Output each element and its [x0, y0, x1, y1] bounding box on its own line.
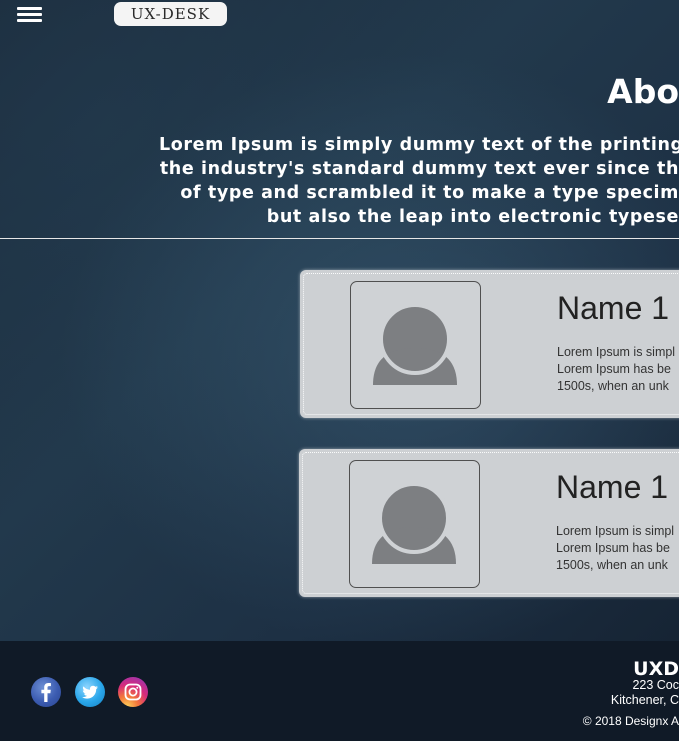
team-member-name: Name 1 — [557, 290, 670, 326]
about-line: but also the leap into electronic typese — [266, 207, 679, 227]
team-member-bio: Lorem Ipsum is simpl Lorem Ipsum has be … — [556, 523, 679, 574]
team-member-name: Name 1 — [556, 469, 669, 505]
hamburger-menu-icon[interactable] — [17, 7, 42, 23]
twitter-icon[interactable] — [75, 677, 105, 707]
facebook-icon[interactable] — [31, 677, 61, 707]
bio-line: 1500s, when an unk — [557, 379, 669, 393]
bio-line: 1500s, when an unk — [556, 558, 668, 572]
about-line: the industry's standard dummy text ever … — [159, 159, 679, 179]
bio-line: Lorem Ipsum has be — [556, 541, 670, 555]
section-divider — [0, 238, 679, 239]
about-line: Lorem Ipsum is simply dummy text of the … — [159, 135, 679, 155]
team-card: Name 1 Lorem Ipsum is simpl Lorem Ipsum … — [300, 270, 679, 418]
bio-line: Lorem Ipsum has be — [557, 362, 671, 376]
about-heading: Abo — [607, 72, 679, 111]
footer-address: 223 Coc — [632, 678, 679, 692]
copyright-text: © 2018 Designx A — [582, 714, 679, 728]
about-paragraph: Lorem Ipsum is simply dummy text of the … — [159, 133, 679, 229]
about-line: of type and scrambled it to make a type … — [180, 183, 679, 203]
site-logo[interactable]: UX-DESK — [114, 2, 227, 26]
bio-line: Lorem Ipsum is simpl — [556, 524, 675, 538]
person-placeholder-icon — [350, 281, 481, 409]
team-member-bio: Lorem Ipsum is simpl Lorem Ipsum has be … — [557, 344, 679, 395]
footer-city: Kitchener, C — [610, 693, 679, 707]
team-card: Name 1 Lorem Ipsum is simpl Lorem Ipsum … — [299, 449, 679, 597]
person-placeholder-icon — [349, 460, 480, 588]
instagram-icon[interactable] — [118, 677, 148, 707]
bio-line: Lorem Ipsum is simpl — [557, 345, 676, 359]
